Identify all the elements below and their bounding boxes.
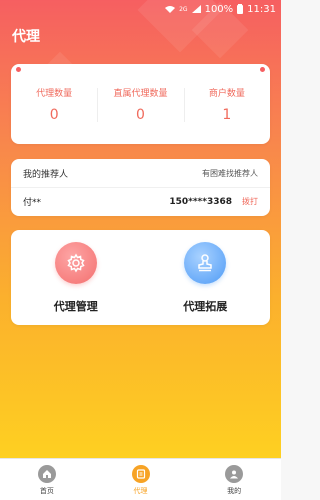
- network-type: 2G: [179, 5, 188, 13]
- agent-icon: [131, 465, 150, 483]
- tab-mine[interactable]: 我的: [187, 459, 281, 500]
- home-icon: [37, 465, 56, 483]
- stat-label: 代理数量: [36, 88, 73, 99]
- call-button[interactable]: 拨打: [242, 196, 258, 207]
- referrer-phone: 150****3368: [169, 196, 232, 207]
- stat-agent-count[interactable]: 代理数量 0: [11, 86, 97, 123]
- tab-agent[interactable]: 代理: [94, 459, 188, 500]
- battery-icon: [237, 4, 244, 14]
- referrer-title: 我的推荐人: [23, 169, 69, 180]
- functions-card: 代理管理 代理拓展: [11, 230, 270, 325]
- user-icon: [225, 465, 244, 483]
- stat-merchant-count[interactable]: 商户数量 1: [183, 86, 270, 123]
- referrer-info: 付** 150****3368 拨打: [11, 187, 270, 215]
- function-label: 代理管理: [53, 300, 98, 313]
- stamp-icon: [184, 242, 227, 284]
- bottom-tab-bar: 首页 代理 我的: [0, 458, 281, 500]
- status-bar: 2G 100% 11:31: [0, 0, 281, 18]
- page-title: 代理: [12, 29, 40, 45]
- agent-management-button[interactable]: 代理管理: [11, 230, 141, 325]
- battery-percent: 100%: [204, 3, 234, 15]
- stats-card: 代理数量 0 直属代理数量 0 商户数量 1: [11, 64, 270, 144]
- stat-value: 1: [222, 106, 232, 123]
- tab-label: 首页: [39, 487, 54, 495]
- signal-icon: [191, 5, 201, 13]
- function-label: 代理拓展: [183, 300, 228, 313]
- referrer-name: 付**: [23, 198, 42, 208]
- stat-direct-agent-count[interactable]: 直属代理数量 0: [97, 86, 183, 123]
- decor-dot: [260, 67, 265, 72]
- decor-dot: [16, 67, 21, 72]
- tab-label: 我的: [227, 487, 242, 495]
- stat-label: 商户数量: [208, 88, 245, 99]
- agent-expansion-button[interactable]: 代理拓展: [141, 230, 271, 325]
- wifi-icon: [165, 5, 176, 13]
- stat-label: 直属代理数量: [113, 88, 168, 99]
- referrer-card: 我的推荐人 有困难找推荐人 付** 150****3368 拨打: [11, 159, 270, 216]
- tab-home[interactable]: 首页: [0, 459, 94, 500]
- gear-icon: [54, 242, 97, 284]
- stat-value: 0: [49, 106, 59, 123]
- tab-label: 代理: [133, 487, 148, 495]
- clock: 11:31: [247, 3, 276, 15]
- stat-value: 0: [136, 106, 145, 123]
- referrer-header: 我的推荐人 有困难找推荐人: [11, 159, 270, 187]
- referrer-help-link[interactable]: 有困难找推荐人: [202, 168, 258, 179]
